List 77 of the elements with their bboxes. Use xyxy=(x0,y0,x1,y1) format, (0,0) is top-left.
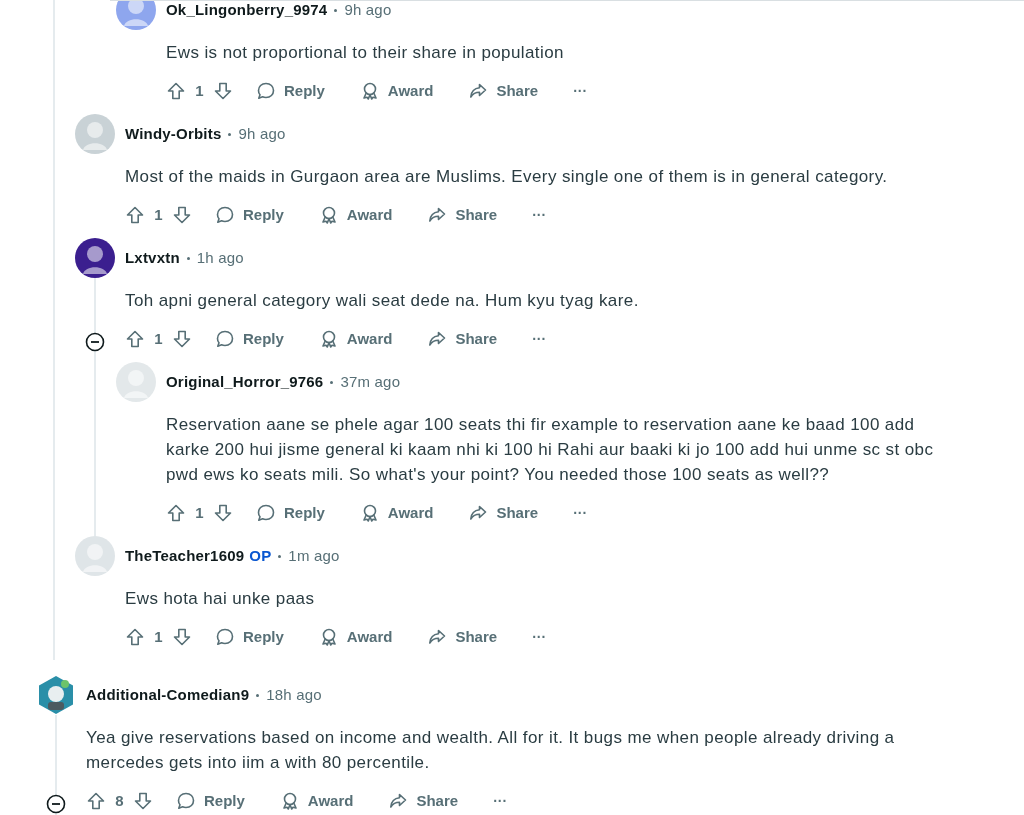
vote-count: 1 xyxy=(153,626,164,647)
reply-button[interactable]: Reply xyxy=(203,203,296,227)
upvote-icon[interactable] xyxy=(166,503,186,523)
share-button[interactable]: Share xyxy=(456,79,551,103)
share-arrow-icon xyxy=(427,627,448,647)
comment-text: Ews is not proportional to their share in population xyxy=(166,42,565,64)
reply-button[interactable]: Reply xyxy=(244,501,337,525)
collapse-icon[interactable] xyxy=(46,794,66,814)
share-arrow-icon xyxy=(468,81,489,101)
speech-bubble-icon xyxy=(176,791,196,811)
downvote-icon[interactable] xyxy=(172,627,192,647)
upvote-icon[interactable] xyxy=(166,81,186,101)
more-options-button[interactable]: ··· xyxy=(520,327,559,351)
downvote-icon[interactable] xyxy=(172,329,192,349)
speech-bubble-icon xyxy=(215,329,235,349)
downvote-icon[interactable] xyxy=(133,791,153,811)
collapse-icon[interactable] xyxy=(85,332,105,352)
op-label: OP xyxy=(249,545,272,566)
username-link[interactable]: Additional-Comedian9 xyxy=(86,683,250,707)
share-arrow-icon xyxy=(468,503,489,523)
share-button[interactable]: Share xyxy=(456,501,551,525)
comment-text: Reservation aane se phele agar 100 seats thi fir example to reservation aane ke baad 100 add karke 200 hui jisme general ki kaam nhi ki 100 hi Rahi aur baaki ki jo 100 add hui unme sc st obc pwd ews ko seats mili. So what's your point? You needed those 100 seats as well?? xyxy=(166,414,935,486)
award-button[interactable]: Award xyxy=(306,327,405,351)
avatar[interactable] xyxy=(36,675,76,715)
timestamp: 9h ago xyxy=(344,0,392,20)
username-link[interactable]: Lxtvxtn xyxy=(125,246,180,270)
award-button[interactable]: Award xyxy=(347,79,446,103)
timestamp: 37m ago xyxy=(340,371,401,392)
more-options-button[interactable]: ··· xyxy=(520,203,559,227)
award-button[interactable]: Award xyxy=(347,501,446,525)
reply-button[interactable]: Reply xyxy=(203,327,296,351)
reply-button[interactable]: Reply xyxy=(203,625,296,649)
timestamp: 9h ago xyxy=(238,123,286,144)
username-link[interactable]: Windy-Orbits xyxy=(125,122,222,146)
upvote-icon[interactable] xyxy=(125,329,145,349)
more-options-button[interactable]: ··· xyxy=(561,79,600,103)
timestamp: 18h ago xyxy=(266,684,322,705)
speech-bubble-icon xyxy=(215,627,235,647)
username-link[interactable]: Ok_Lingonberry_9974 xyxy=(166,0,328,22)
username-link[interactable]: Original_Horror_9766 xyxy=(166,370,324,394)
more-options-button[interactable]: ··· xyxy=(520,625,559,649)
share-button[interactable]: Share xyxy=(376,789,471,813)
more-options-button[interactable]: ··· xyxy=(481,789,520,813)
upvote-icon[interactable] xyxy=(125,627,145,647)
share-button[interactable]: Share xyxy=(415,327,510,351)
share-arrow-icon xyxy=(388,791,409,811)
share-button[interactable]: Share xyxy=(415,625,510,649)
comment-text: Most of the maids in Gurgaon area are Muslims. Every single one of them is in general category. xyxy=(125,166,889,188)
reply-button[interactable]: Reply xyxy=(164,789,257,813)
more-options-button[interactable]: ··· xyxy=(561,501,600,525)
downvote-icon[interactable] xyxy=(213,81,233,101)
award-button[interactable]: Award xyxy=(306,625,405,649)
share-arrow-icon xyxy=(427,205,448,225)
comment-text: Ews hota hai unke paas xyxy=(125,588,316,610)
timestamp: 1h ago xyxy=(196,247,244,268)
vote-count: 8 xyxy=(114,790,125,811)
vote-count: 1 xyxy=(153,328,164,349)
speech-bubble-icon xyxy=(256,503,276,523)
upvote-icon[interactable] xyxy=(125,205,145,225)
timestamp: 1m ago xyxy=(288,545,340,566)
vote-count: 1 xyxy=(153,204,164,225)
share-arrow-icon xyxy=(427,329,448,349)
award-button[interactable]: Award xyxy=(306,203,405,227)
award-button[interactable]: Award xyxy=(267,789,366,813)
speech-bubble-icon xyxy=(215,205,235,225)
downvote-icon[interactable] xyxy=(172,205,192,225)
avatar[interactable] xyxy=(75,238,115,278)
username-link[interactable]: TheTeacher1609 xyxy=(125,544,245,568)
reply-button[interactable]: Reply xyxy=(244,79,337,103)
downvote-icon[interactable] xyxy=(213,503,233,523)
vote-count: 1 xyxy=(194,80,205,101)
comment-text: Toh apni general category wali seat dede na. Hum kyu tyag kare. xyxy=(125,290,640,312)
vote-count: 1 xyxy=(194,502,205,523)
upvote-icon[interactable] xyxy=(86,791,106,811)
speech-bubble-icon xyxy=(256,81,276,101)
comment-text: Yea give reservations based on income and wealth. All for it. It bugs me when people already driving a mercedes gets into iim a with 80 percentile. xyxy=(86,727,896,774)
share-button[interactable]: Share xyxy=(415,203,510,227)
